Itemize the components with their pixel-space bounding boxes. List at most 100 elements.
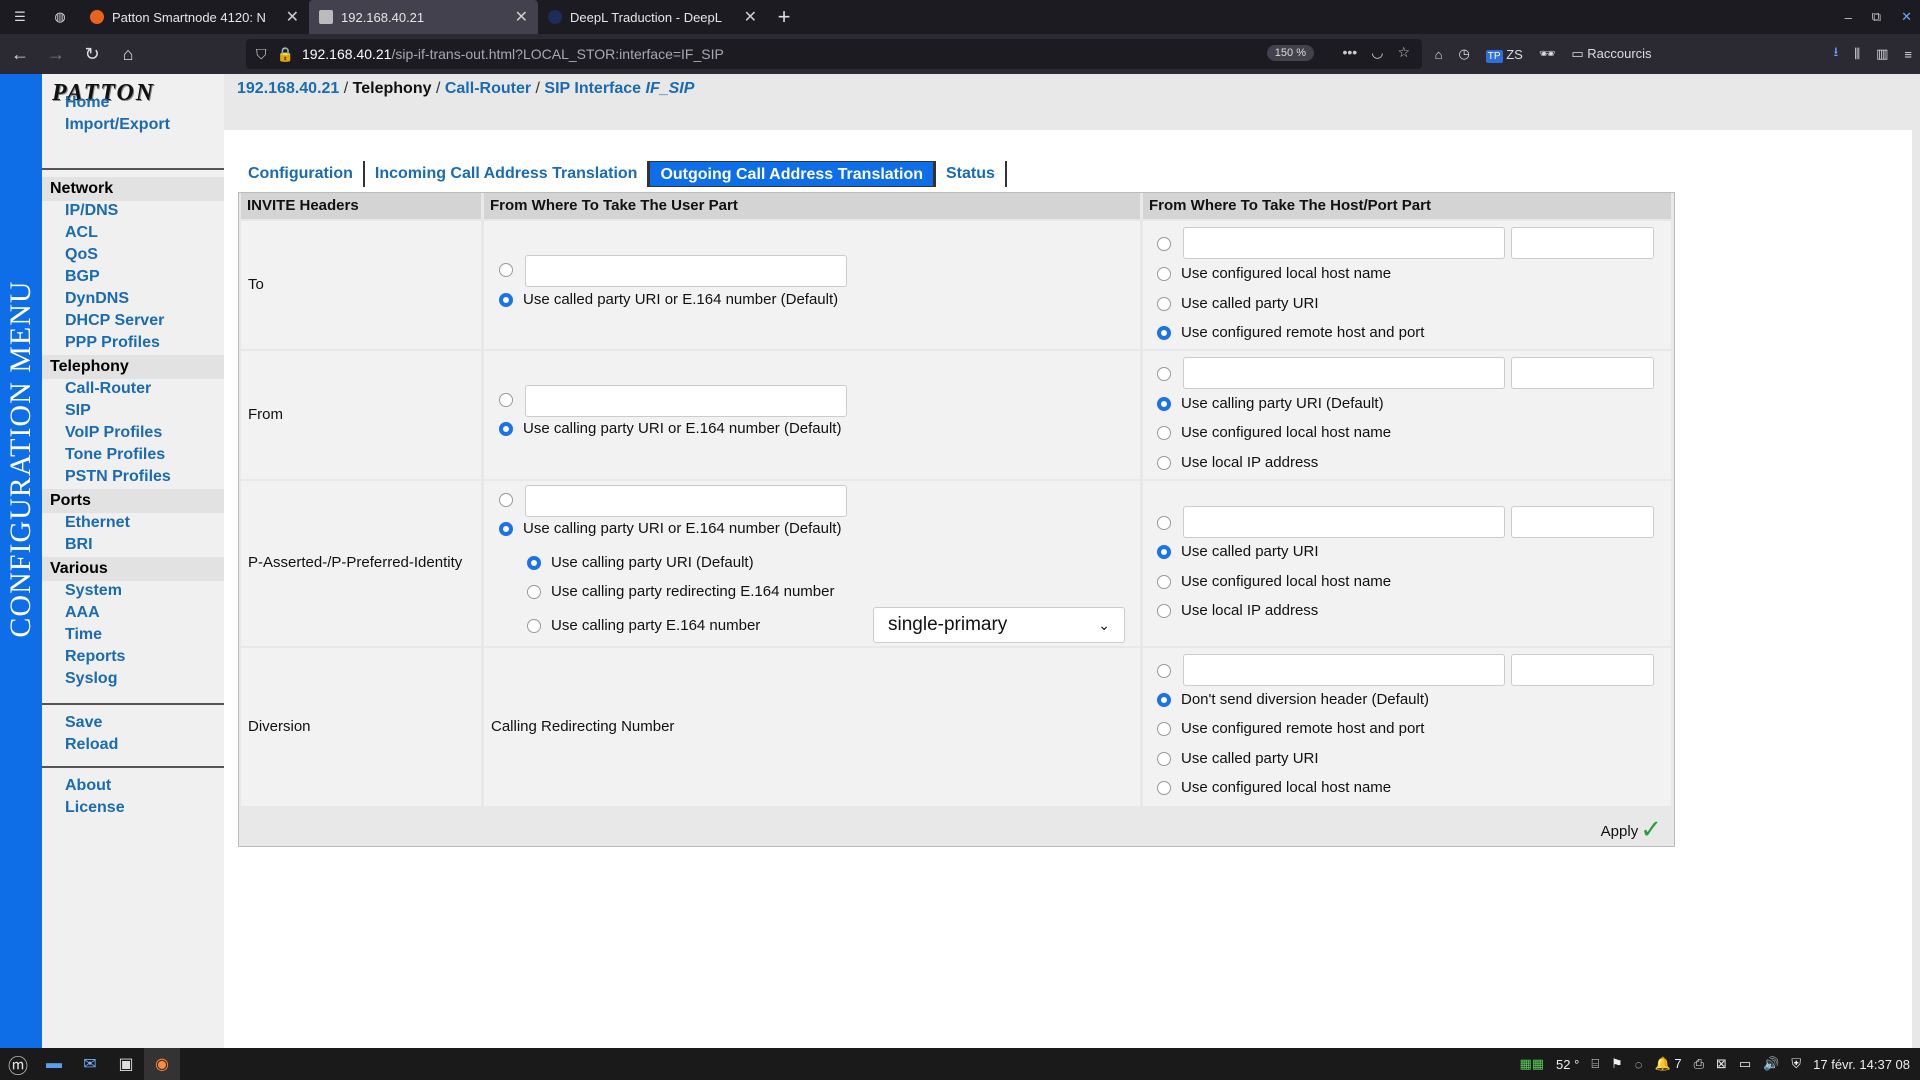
terminal-icon[interactable]: ▣	[108, 1048, 144, 1080]
sidebar-toggle-icon[interactable]: ▥	[1876, 46, 1888, 62]
pai-host-option-1[interactable]: Use called party URI	[1157, 543, 1319, 560]
printer-icon[interactable]: ⎙	[1694, 1056, 1704, 1072]
more-actions-icon[interactable]: •••	[1343, 44, 1358, 61]
diversion-port-input[interactable]	[1511, 654, 1654, 686]
close-tab-icon[interactable]: ✕	[744, 7, 757, 27]
flag-icon[interactable]: ⚑	[1611, 1056, 1623, 1072]
diversion-host-option-2[interactable]: Use configured remote host and port	[1157, 720, 1424, 737]
breadcrumb-sip-interface[interactable]: SIP Interface IF_SIP	[544, 80, 694, 97]
menu-import-export[interactable]: Import/Export	[65, 116, 170, 134]
pai-user-default-option[interactable]: Use calling party URI or E.164 number (D…	[499, 520, 841, 537]
network-icon[interactable]: ⊠	[1716, 1056, 1727, 1072]
forward-arrow-icon[interactable]: →	[38, 36, 74, 72]
insecure-lock-icon[interactable]: 🔒	[277, 46, 294, 63]
url-bar[interactable]: ⛉ 🔒 192.168.40.21/sip-if-trans-out.html?…	[246, 39, 1422, 69]
diversion-host-input[interactable]	[1183, 654, 1505, 686]
to-host-option-3[interactable]: Use configured remote host and port	[1157, 324, 1424, 341]
from-host-input[interactable]	[1183, 357, 1505, 389]
to-user-default-option[interactable]: Use called party URI or E.164 number (De…	[499, 291, 838, 308]
to-user-input[interactable]	[525, 255, 847, 287]
from-host-option-2[interactable]: Use configured local host name	[1157, 424, 1391, 441]
browser-tab-deepl[interactable]: DeepL Traduction - DeepL ✕	[538, 0, 767, 34]
to-port-input[interactable]	[1511, 227, 1654, 259]
pai-host-input[interactable]	[1183, 506, 1505, 538]
menu-ip-dns[interactable]: IP/DNS	[65, 202, 118, 220]
pai-user-custom-radio[interactable]	[499, 493, 513, 507]
menu-qos[interactable]: QoS	[65, 246, 98, 264]
pai-user-input[interactable]	[525, 485, 847, 517]
tab-outgoing-translation[interactable]: Outgoing Call Address Translation	[649, 161, 936, 187]
menu-time[interactable]: Time	[65, 626, 102, 644]
diversion-host-option-3[interactable]: Use called party URI	[1157, 750, 1319, 767]
from-host-option-3[interactable]: Use local IP address	[1157, 454, 1318, 471]
menu-dhcp-server[interactable]: DHCP Server	[65, 312, 164, 330]
menu-syslog[interactable]: Syslog	[65, 670, 117, 688]
breadcrumb-host[interactable]: 192.168.40.21	[237, 80, 339, 97]
profile-badge[interactable]: TP ZS	[1485, 47, 1523, 63]
menu-reload[interactable]: Reload	[65, 736, 118, 754]
clipboard-icon[interactable]: ⌸	[1591, 1056, 1599, 1072]
pai-sub-option-1[interactable]: Use calling party URI (Default)	[527, 554, 754, 571]
pai-port-input[interactable]	[1511, 506, 1654, 538]
tab-status[interactable]: Status	[936, 161, 1007, 187]
menu-voip-profiles[interactable]: VoIP Profiles	[65, 424, 162, 442]
to-host-option-1[interactable]: Use configured local host name	[1157, 265, 1391, 282]
apply-button[interactable]: Apply ✓	[1601, 816, 1662, 842]
diversion-host-option-4[interactable]: Use configured local host name	[1157, 779, 1391, 796]
from-user-default-option[interactable]: Use calling party URI or E.164 number (D…	[499, 420, 841, 437]
minimize-icon[interactable]: –	[1845, 10, 1852, 25]
pai-host-option-3[interactable]: Use local IP address	[1157, 602, 1318, 619]
menu-aaa[interactable]: AAA	[65, 604, 100, 622]
menu-bri[interactable]: BRI	[65, 536, 93, 554]
from-user-custom-radio[interactable]	[499, 393, 513, 407]
from-host-custom-radio[interactable]	[1157, 367, 1171, 381]
tab-configuration[interactable]: Configuration	[238, 161, 365, 187]
pai-sub-option-2[interactable]: Use calling party redirecting E.164 numb…	[527, 583, 834, 600]
mail-icon[interactable]: ✉	[72, 1048, 108, 1080]
menu-call-router[interactable]: Call-Router	[65, 380, 151, 398]
menu-save[interactable]: Save	[65, 714, 102, 732]
notifications-icon[interactable]: 🔔 7	[1655, 1056, 1682, 1072]
menu-dyndns[interactable]: DynDNS	[65, 290, 129, 308]
back-arrow-icon[interactable]: ←	[2, 36, 38, 72]
breadcrumb-call-router[interactable]: Call-Router	[445, 80, 531, 97]
menu-pstn-profiles[interactable]: PSTN Profiles	[65, 468, 171, 486]
zoom-level[interactable]: 150 %	[1266, 45, 1314, 61]
home-icon[interactable]: ⌂	[110, 36, 146, 72]
to-host-option-2[interactable]: Use called party URI	[1157, 295, 1319, 312]
browser-tab-patton[interactable]: Patton Smartnode 4120: N ✕	[80, 0, 309, 34]
menu-ppp-profiles[interactable]: PPP Profiles	[65, 334, 160, 352]
library-icon[interactable]: ⫼	[1854, 46, 1860, 62]
from-host-option-1[interactable]: Use calling party URI (Default)	[1157, 395, 1384, 412]
update-shield-icon[interactable]: ⛨	[1791, 1056, 1801, 1072]
to-host-custom-radio[interactable]	[1157, 237, 1171, 251]
download-icon[interactable]: ⭳	[1834, 43, 1839, 65]
hamburger-menu-icon[interactable]: ≡	[1904, 47, 1912, 62]
pai-host-option-2[interactable]: Use configured local host name	[1157, 573, 1391, 590]
menu-ethernet[interactable]: Ethernet	[65, 514, 130, 532]
menu-acl[interactable]: ACL	[65, 224, 98, 242]
globe-icon[interactable]: ◍	[40, 0, 80, 34]
browser-tab-router[interactable]: 192.168.40.21 ✕	[309, 0, 538, 34]
menu-system[interactable]: System	[65, 582, 122, 600]
bookmark-star-icon[interactable]: ☆	[1397, 44, 1410, 61]
shield-icon[interactable]: ⛉	[256, 46, 267, 63]
pai-host-custom-radio[interactable]	[1157, 516, 1171, 530]
system-menu-icon[interactable]: ☰	[0, 0, 40, 34]
pocket-icon[interactable]: ◡	[1371, 44, 1383, 61]
volume-icon[interactable]: 🔊	[1763, 1056, 1779, 1072]
extension-icon[interactable]: ⌂	[1435, 47, 1443, 62]
close-tab-icon[interactable]: ✕	[286, 7, 299, 27]
restore-icon[interactable]: ⧉	[1872, 9, 1881, 25]
menu-about[interactable]: About	[65, 777, 111, 795]
close-tab-icon[interactable]: ✕	[515, 7, 528, 27]
display-icon[interactable]: ▭	[1739, 1056, 1751, 1072]
to-user-custom-radio[interactable]	[499, 263, 513, 277]
menu-reports[interactable]: Reports	[65, 648, 125, 666]
incognito-icon[interactable]: 🕶	[1539, 46, 1556, 62]
pai-sub-option-3[interactable]: Use calling party E.164 number	[527, 617, 760, 634]
menu-sip[interactable]: SIP	[65, 402, 91, 420]
files-icon[interactable]: ▬	[36, 1048, 72, 1080]
close-window-icon[interactable]: ✕	[1901, 9, 1912, 25]
clock[interactable]: 17 févr. 14:37 08	[1813, 1057, 1910, 1072]
